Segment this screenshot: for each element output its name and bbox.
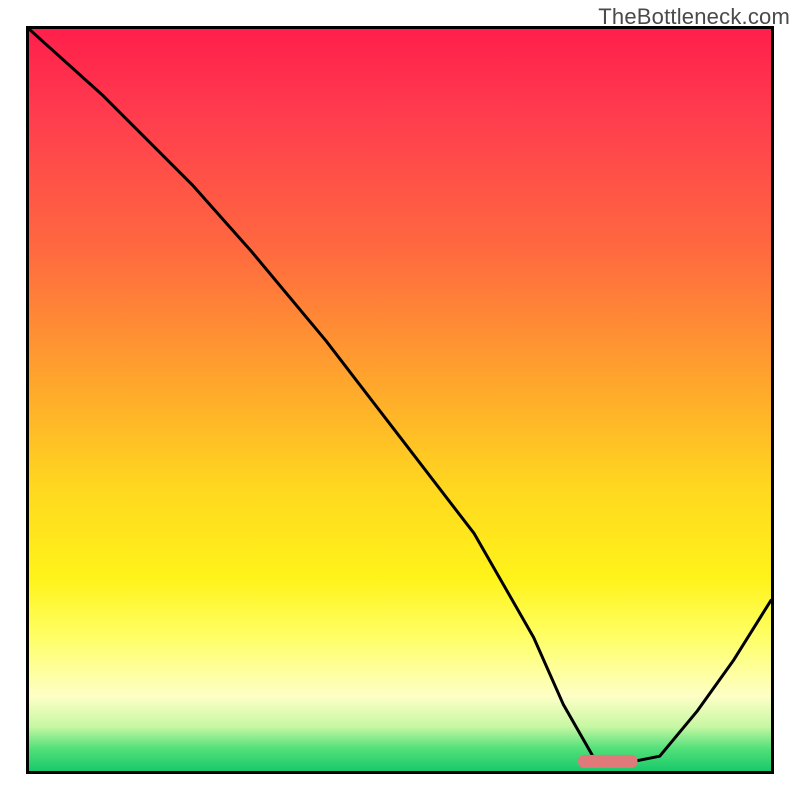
chart-overlay [29,29,771,771]
bottleneck-curve [29,29,771,764]
watermark-text: TheBottleneck.com [598,4,790,30]
chart-frame: TheBottleneck.com [0,0,800,800]
plot-area [26,26,774,774]
optimal-marker [578,755,637,768]
